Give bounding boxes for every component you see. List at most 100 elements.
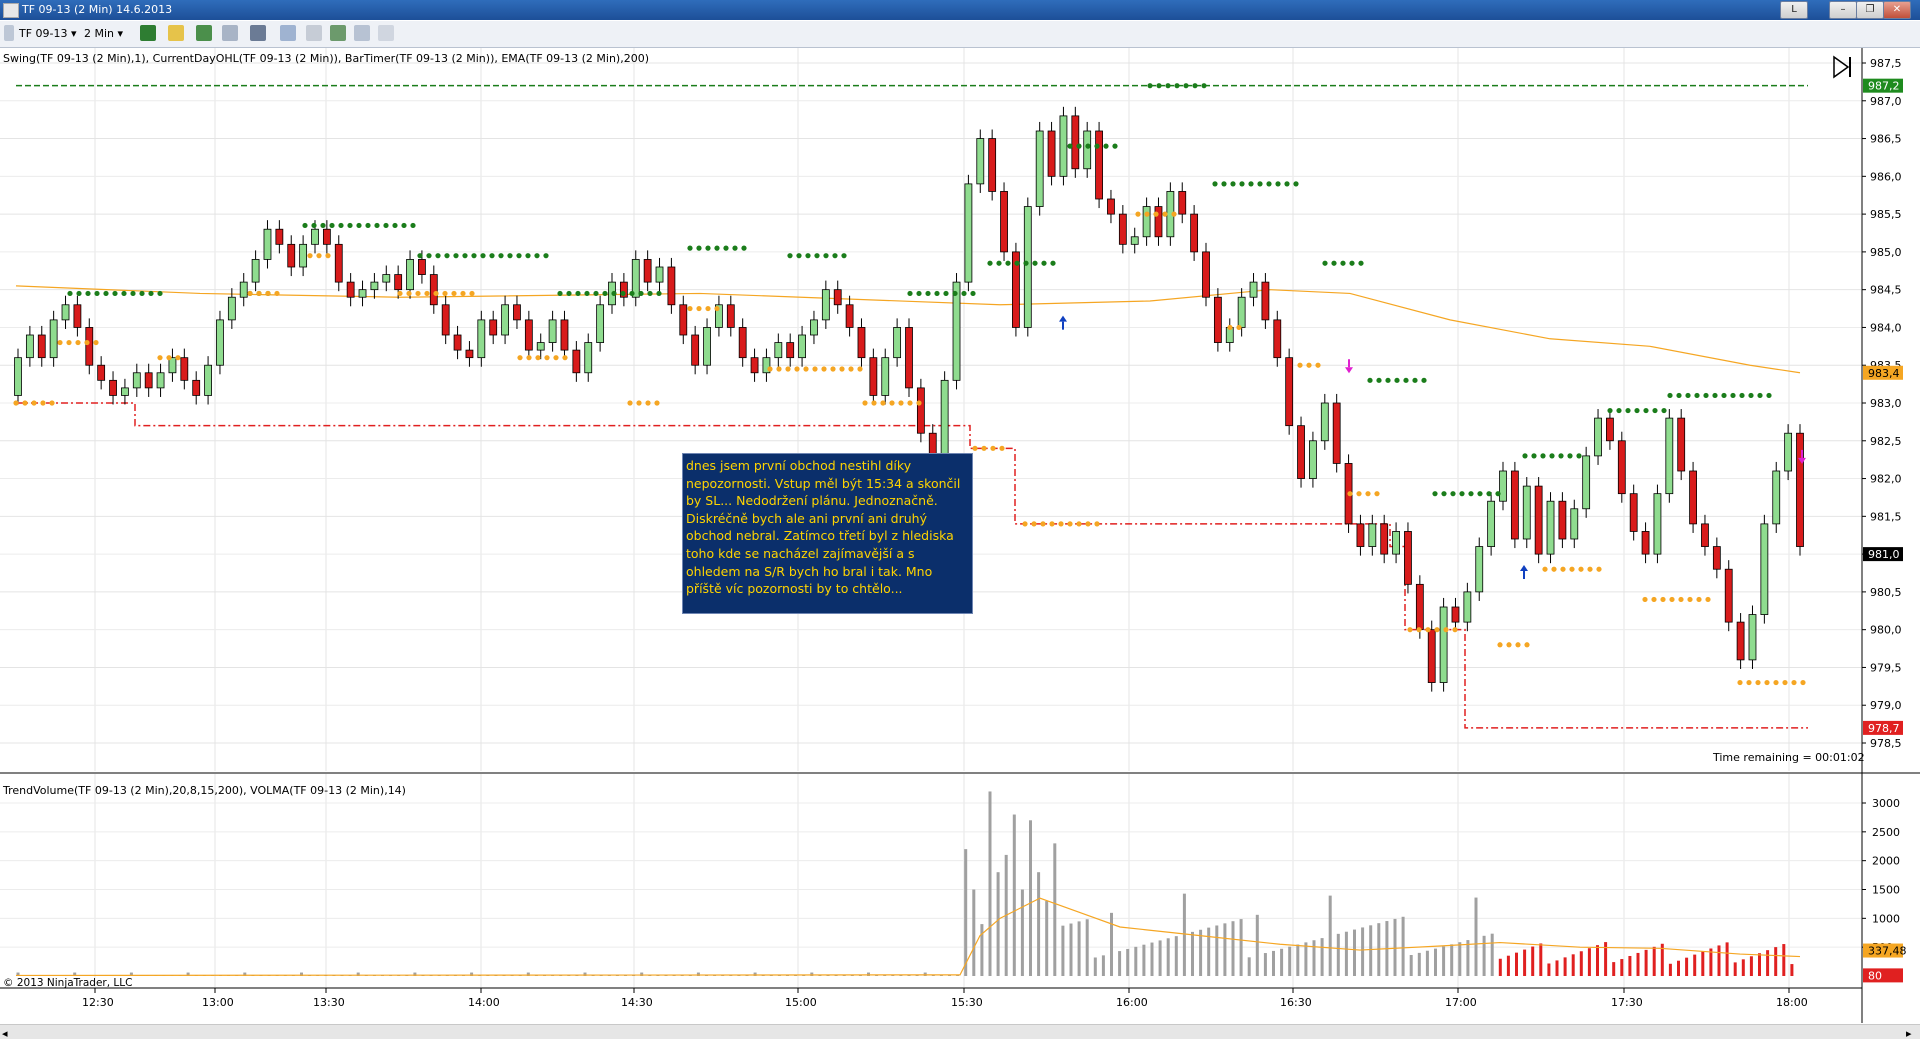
swing-low-dot bbox=[972, 445, 978, 451]
swing-high-dot bbox=[805, 253, 811, 259]
swing-low-dot bbox=[397, 290, 403, 297]
scroll-right-icon[interactable]: ▸ bbox=[1906, 1027, 1916, 1040]
swing-high-dot bbox=[1730, 392, 1736, 399]
candle-down bbox=[679, 304, 688, 336]
swing-high-dot bbox=[401, 222, 407, 229]
swing-high-dot bbox=[1041, 260, 1047, 266]
candle-up bbox=[25, 334, 34, 359]
candle-down bbox=[667, 266, 676, 306]
swing-high-dot bbox=[1201, 83, 1207, 89]
horizontal-scrollbar[interactable]: ◂ ▸ bbox=[0, 1024, 1920, 1040]
candle-down bbox=[1332, 402, 1341, 464]
swing-high-dot bbox=[392, 222, 398, 229]
swing-low-dot bbox=[316, 253, 322, 259]
candle-down bbox=[1510, 470, 1519, 540]
swing-high-dot bbox=[130, 290, 136, 297]
swing-high-dot bbox=[1607, 407, 1613, 414]
swing-high-dot bbox=[471, 253, 477, 259]
price-indicator-label: Swing(TF 09-13 (2 Min),1), CurrentDayOHL… bbox=[3, 52, 649, 65]
volume-bar bbox=[1571, 954, 1575, 976]
swing-high-dot bbox=[1634, 407, 1640, 414]
volume-bar bbox=[1587, 948, 1591, 976]
swing-low-dot bbox=[916, 400, 922, 406]
swing-high-dot bbox=[85, 290, 91, 297]
swing-high-dot bbox=[723, 245, 729, 251]
swing-low-dot bbox=[1542, 566, 1548, 572]
candle-down bbox=[513, 304, 521, 321]
volume-bar bbox=[1393, 918, 1397, 976]
swing-high-dot bbox=[1703, 392, 1709, 399]
volume-bar bbox=[1409, 955, 1413, 976]
volume-bar bbox=[1782, 944, 1786, 976]
swing-high-dot bbox=[1450, 491, 1456, 497]
volume-bar bbox=[1029, 820, 1032, 976]
swing-high-dot bbox=[516, 253, 522, 259]
swing-high-dot bbox=[705, 245, 711, 251]
swing-low-dot bbox=[84, 339, 90, 346]
candle-down bbox=[726, 304, 735, 328]
swing-high-dot bbox=[1394, 377, 1400, 383]
swing-high-dot bbox=[462, 253, 468, 259]
swing-high-dot bbox=[1486, 491, 1492, 497]
volume-tick-label: 2500 bbox=[1872, 826, 1900, 839]
volume-bar bbox=[1701, 951, 1705, 976]
volume-bar bbox=[1344, 931, 1348, 976]
copyright-label: © 2013 NinjaTrader, LLC bbox=[3, 977, 133, 989]
candle-up bbox=[774, 342, 783, 359]
swing-high-dot bbox=[347, 222, 353, 229]
swing-low-dot bbox=[862, 400, 868, 406]
swing-high-dot bbox=[1661, 407, 1667, 414]
candle-up bbox=[821, 289, 830, 321]
swing-high-dot bbox=[1468, 491, 1474, 497]
swing-low-dot bbox=[830, 366, 836, 372]
swing-high-dot bbox=[961, 290, 967, 297]
swing-high-dot bbox=[1412, 377, 1418, 383]
candle-down bbox=[346, 281, 355, 298]
time-tick-label: 16:30 bbox=[1280, 996, 1312, 1009]
candle-up bbox=[584, 342, 593, 374]
candle-up bbox=[1059, 115, 1068, 177]
swing-high-dot bbox=[1643, 407, 1649, 414]
swing-low-dot bbox=[821, 366, 827, 372]
swing-low-dot bbox=[424, 290, 430, 297]
candle-up bbox=[251, 259, 260, 283]
candle-up bbox=[1665, 417, 1674, 495]
swing-high-dot bbox=[320, 222, 326, 229]
swing-low-dot bbox=[57, 339, 63, 346]
candle-down bbox=[275, 228, 284, 245]
candle-down bbox=[287, 243, 296, 268]
candle-up bbox=[1748, 614, 1757, 661]
swing-high-dot bbox=[94, 290, 100, 297]
chart-annotation-note[interactable]: dnes jsem první obchod nestihl díky nepo… bbox=[682, 453, 973, 614]
swing-low-dot bbox=[1067, 521, 1073, 527]
candle-up bbox=[14, 357, 22, 396]
candle-up bbox=[1475, 546, 1484, 593]
price-tick-label: 984,0 bbox=[1870, 321, 1902, 334]
scroll-left-icon[interactable]: ◂ bbox=[2, 1027, 12, 1040]
time-tick-label: 15:00 bbox=[785, 996, 817, 1009]
candle-up bbox=[548, 319, 557, 343]
swing-low-dot bbox=[803, 366, 809, 372]
swing-high-dot bbox=[1212, 181, 1218, 187]
swing-high-dot bbox=[1239, 181, 1245, 187]
candle-up bbox=[1249, 281, 1258, 298]
swing-high-dot bbox=[732, 245, 738, 251]
volume-bar bbox=[1579, 951, 1583, 976]
swing-low-dot bbox=[517, 355, 523, 361]
volume-bar bbox=[1531, 946, 1535, 976]
swing-low-dot bbox=[1374, 491, 1380, 497]
volume-indicator-label: TrendVolume(TF 09-13 (2 Min),20,8,15,200… bbox=[3, 784, 406, 797]
swing-high-dot bbox=[1032, 260, 1038, 266]
swing-high-dot bbox=[543, 253, 549, 259]
candle-down bbox=[441, 304, 450, 336]
swing-low-dot bbox=[839, 366, 845, 372]
candle-down bbox=[465, 349, 474, 359]
volume-bar bbox=[1020, 889, 1024, 976]
swing-high-dot bbox=[1349, 260, 1355, 266]
candle-up bbox=[1320, 402, 1329, 442]
swing-high-dot bbox=[943, 290, 949, 297]
candle-up bbox=[1463, 591, 1472, 623]
swing-high-dot bbox=[987, 260, 993, 266]
volume-bar bbox=[1012, 814, 1016, 976]
candle-down bbox=[1380, 523, 1389, 555]
